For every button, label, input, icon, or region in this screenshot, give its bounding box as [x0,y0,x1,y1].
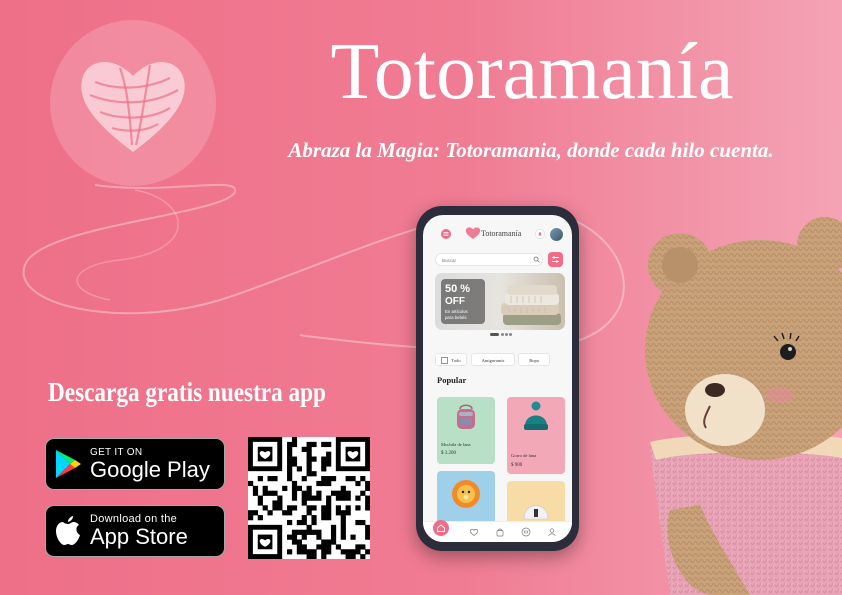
knit-toy-image [523,505,549,520]
promo-line1: En artículos [445,309,468,314]
app-name: Totoramanía [481,229,522,238]
google-play-button[interactable]: GET IT ON Google Play [45,438,225,490]
app-screen: Totoramanía Buscar 50 % OFF En artículos… [423,215,572,542]
google-play-big: Google Play [90,456,210,482]
product-price: $ 3.200 [441,451,456,456]
product-price: $ 900 [511,463,523,468]
app-store-big: App Store [90,524,188,550]
home-icon [437,524,445,532]
chip-ropa-label: Ropa [529,358,539,363]
promo-percent: 50 % [445,283,471,295]
search-placeholder: Buscar [442,258,457,263]
app-heart-logo-icon [465,227,481,239]
lion-amigurumi-image [452,480,480,508]
cart-icon[interactable] [521,527,531,537]
filter-button[interactable] [548,252,563,267]
chip-todo[interactable]: Todo [435,353,467,366]
chip-amigurumis-label: Amigurumis [481,358,505,363]
grid-icon [441,357,449,365]
bell-icon[interactable] [535,229,545,239]
product-name: Gorro de lana [511,453,537,458]
chip-todo-label: Todo [451,358,461,363]
search-icon[interactable] [533,256,540,263]
download-heading: Descarga gratis nuestra app [48,377,326,407]
search-input[interactable]: Buscar [435,253,543,266]
nav-home[interactable] [433,520,449,536]
yarn-heart-logo-icon [81,62,185,152]
filter-icon [552,256,559,263]
brand-title: Totoramanía [330,28,734,116]
teddy-bear-image [645,217,842,595]
knit-blankets-image [501,285,561,325]
app-header: Totoramanía [423,215,572,251]
chip-ropa[interactable]: Ropa [518,353,550,366]
menu-icon[interactable] [441,229,451,239]
product-card[interactable]: Mochila de lana $ 3.200 [437,397,495,464]
google-play-icon [56,450,81,478]
carousel-dots [490,333,514,336]
bag-icon[interactable] [495,527,505,537]
product-name: Mochila de lana [441,442,471,447]
phone-mockup: Totoramanía Buscar 50 % OFF En artículos… [416,206,579,551]
chip-amigurumis[interactable]: Amigurumis [471,353,515,366]
logo-circle [50,20,216,186]
app-store-button[interactable]: Download on the App Store [45,505,225,557]
beanie-image [524,401,548,430]
backpack-image [457,404,475,429]
promo-banner[interactable]: 50 % OFF En artículos para bebés [435,273,565,330]
promo-line2: para bebés [445,315,467,320]
brand-tagline: Abraza la Magia: Totoramania, donde cada… [288,138,774,162]
product-card[interactable]: Gorro de lana $ 900 [507,397,565,474]
promo-off: OFF [445,296,465,307]
user-icon[interactable] [547,527,557,537]
apple-icon [56,516,80,545]
qr-code [248,437,371,560]
avatar[interactable] [549,227,564,242]
bottom-nav [423,520,572,542]
section-title: Popular [437,375,467,385]
heart-icon[interactable] [469,527,479,537]
promo-badge: 50 % OFF En artículos para bebés [441,279,485,324]
